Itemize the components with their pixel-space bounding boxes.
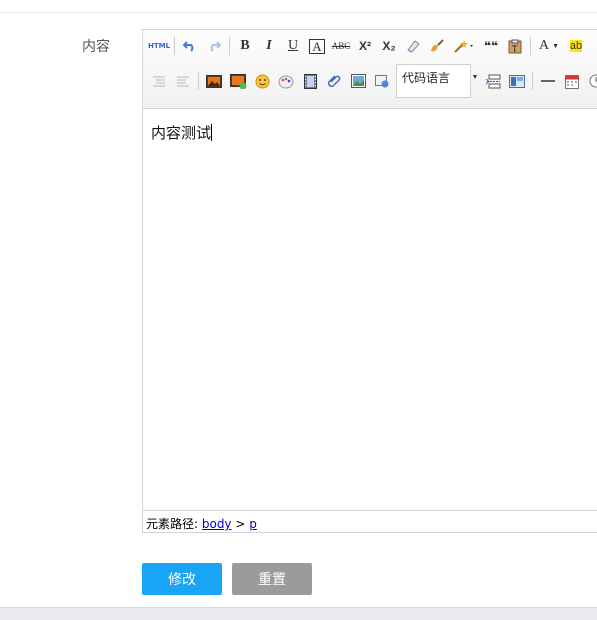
scrawl-icon: [278, 75, 294, 88]
paste-icon: T: [508, 39, 522, 54]
outdent-icon: [177, 76, 189, 87]
backcolor-button[interactable]: ab: [564, 34, 588, 58]
pagebreak-icon: [485, 74, 500, 88]
frame-icon: [375, 75, 389, 88]
eraser-icon: [407, 40, 420, 53]
magic-wand-icon: [454, 40, 473, 53]
emoji-icon: [255, 74, 269, 88]
template-icon: [509, 74, 525, 88]
path-link-p[interactable]: p: [249, 517, 257, 531]
insert-date-button[interactable]: [560, 69, 584, 93]
editor-paragraph: 内容测试: [151, 124, 212, 142]
redo-icon: [210, 41, 221, 52]
eraser-button[interactable]: [401, 34, 425, 58]
chevron-down-icon: ▼: [552, 42, 560, 50]
pagebreak-button[interactable]: [481, 69, 505, 93]
toolbar-separator: [198, 72, 199, 90]
insert-time-button[interactable]: [584, 69, 597, 93]
emotion-button[interactable]: [250, 69, 274, 93]
clock-icon: [589, 74, 597, 88]
autotypeset-button[interactable]: [449, 34, 479, 58]
superscript-button[interactable]: X²: [353, 34, 377, 58]
forecolor-icon: A: [538, 38, 550, 53]
toolbar-row-2: 代码语言 ▼: [147, 64, 597, 98]
toolbar-separator: [532, 72, 533, 90]
toolbar-separator: [229, 37, 230, 55]
bottom-bar: [0, 607, 597, 620]
strikethrough-icon: ABC: [331, 41, 351, 51]
indent-icon: [153, 76, 165, 87]
toolbar-separator: [530, 37, 531, 55]
brush-icon: [431, 39, 444, 52]
forecolor-button[interactable]: A ▼: [534, 34, 564, 58]
insert-image-button[interactable]: [202, 69, 226, 93]
horizontal-rule-button[interactable]: [536, 69, 560, 93]
insert-video-button[interactable]: [298, 69, 322, 93]
undo-icon: [183, 41, 194, 52]
editor-toolbar: HTML B I U A ABC X² X₂ ❝❝ T A ▼ ab 代码语言 …: [143, 30, 597, 109]
strikethrough-button[interactable]: ABC: [329, 34, 353, 58]
multi-image-button[interactable]: [226, 69, 250, 93]
bold-button[interactable]: B: [233, 34, 257, 58]
template-button[interactable]: [505, 69, 529, 93]
toolbar-row-1: HTML B I U A ABC X² X₂ ❝❝ T A ▼ ab: [147, 34, 588, 58]
element-path-bar: 元素路径: body > p: [143, 510, 597, 532]
svg-text:T: T: [511, 45, 518, 54]
element-path-label: 元素路径:: [146, 517, 202, 531]
indent-button[interactable]: [147, 69, 171, 93]
underline-button[interactable]: U: [281, 34, 305, 58]
insert-frame-button[interactable]: [370, 69, 394, 93]
reset-button[interactable]: 重置: [232, 563, 312, 595]
outdent-button[interactable]: [171, 69, 195, 93]
format-brush-button[interactable]: [425, 34, 449, 58]
content-label: 内容: [82, 39, 110, 55]
path-link-body[interactable]: body: [202, 517, 232, 531]
toolbar-separator: [174, 37, 175, 55]
multi-image-icon: [229, 73, 246, 89]
top-divider: [0, 12, 597, 13]
fontborder-button[interactable]: A: [305, 34, 329, 58]
path-separator: >: [231, 517, 250, 531]
paperclip-icon: [327, 74, 341, 87]
undo-button[interactable]: [178, 34, 202, 58]
italic-button[interactable]: I: [257, 34, 281, 58]
code-language-value: 代码语言: [402, 71, 451, 85]
text-cursor: [211, 124, 213, 141]
backcolor-icon: ab: [569, 40, 583, 52]
redo-button[interactable]: [202, 34, 226, 58]
fontborder-icon: A: [309, 38, 325, 54]
calendar-icon: [565, 74, 579, 89]
rich-text-editor: HTML B I U A ABC X² X₂ ❝❝ T A ▼ ab 代码语言 …: [142, 29, 597, 533]
video-icon: [303, 73, 317, 89]
editor-content-area[interactable]: 内容测试: [143, 110, 597, 510]
horizontal-rule-icon: [541, 80, 555, 82]
paste-plain-button[interactable]: T: [503, 34, 527, 58]
attachment-button[interactable]: [322, 69, 346, 93]
subscript-button[interactable]: X₂: [377, 34, 401, 58]
image-icon: [206, 74, 222, 88]
code-language-select[interactable]: 代码语言 ▼: [396, 64, 478, 98]
gallery-icon: [350, 74, 366, 88]
submit-button[interactable]: 修改: [142, 563, 222, 595]
chevron-down-icon: ▼: [471, 73, 479, 81]
html-source-button[interactable]: HTML: [147, 34, 171, 58]
image-manager-button[interactable]: [346, 69, 370, 93]
blockquote-button[interactable]: ❝❝: [479, 34, 503, 58]
scrawl-button[interactable]: [274, 69, 298, 93]
